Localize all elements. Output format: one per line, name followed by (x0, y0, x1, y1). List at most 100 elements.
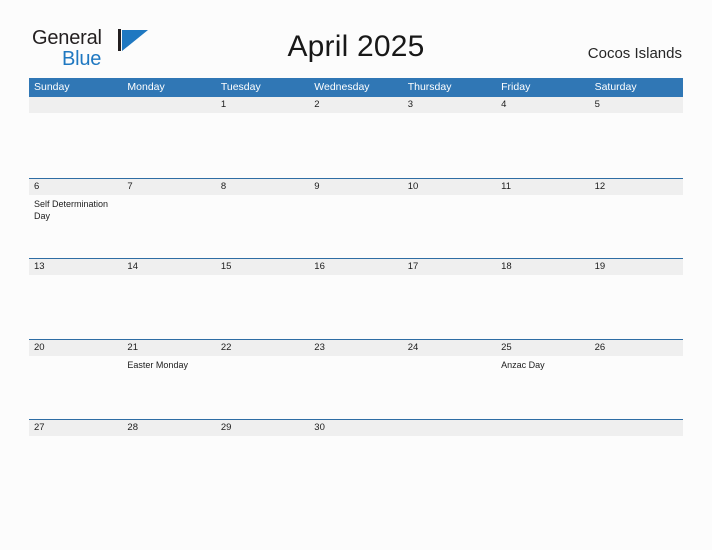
day-cell-23[interactable]: 23 (309, 339, 403, 420)
day-cell-15[interactable]: 15 (215, 259, 310, 339)
day-cell-8[interactable]: 8 (215, 178, 310, 259)
day-number-band: 28 (122, 420, 216, 436)
calendar-grid: Sunday Monday Tuesday Wednesday Thursday Frid… (29, 78, 683, 500)
day-cell-empty (402, 420, 497, 500)
day-cell-16[interactable]: 16 (309, 259, 403, 339)
day-number-band: 17 (402, 259, 497, 275)
day-events (590, 113, 683, 116)
day-number: 13 (34, 261, 45, 272)
day-number: 30 (314, 422, 325, 433)
day-number-band (122, 97, 216, 113)
weekday-header-wednesday: Wednesday (314, 81, 370, 93)
weekday-header-saturday: Saturday (594, 81, 637, 93)
day-cell-empty (496, 420, 590, 500)
day-cell-2[interactable]: 2 (309, 97, 403, 178)
day-number: 26 (594, 341, 606, 353)
day-number-band: 23 (309, 339, 403, 356)
calendar-page: General Blue April 2025 Cocos Islands Su… (0, 0, 712, 550)
day-number-band: 6 (29, 178, 123, 195)
locale-label: Cocos Islands (587, 45, 682, 62)
day-number-band: 7 (122, 178, 216, 195)
day-events (122, 275, 215, 278)
day-events (496, 275, 589, 278)
day-number-band (29, 97, 123, 113)
day-events (29, 436, 122, 439)
event-label: Easter Monday (127, 359, 188, 370)
day-number: 6 (34, 180, 40, 192)
day-number: 10 (407, 180, 419, 192)
day-number-band: 27 (29, 420, 123, 436)
day-cell-22[interactable]: 22 (215, 339, 310, 420)
day-cell-5[interactable]: 5 (589, 97, 683, 178)
day-cell-11[interactable]: 11 (496, 178, 590, 259)
weekday-header-monday: Monday (127, 81, 165, 93)
calendar-week-row: 20 21 Easter Monday 22 23 24 25 Anzac Day 26 (29, 338, 683, 420)
day-events (590, 356, 683, 359)
day-number: 17 (407, 261, 419, 272)
day-number-band: 1 (215, 97, 310, 113)
weekday-header-tuesday: Tuesday (220, 81, 261, 93)
day-events (590, 436, 683, 439)
day-cell-21[interactable]: 21 Easter Monday (122, 339, 216, 420)
day-events (496, 195, 589, 198)
day-number: 11 (501, 180, 512, 192)
day-events (403, 436, 496, 439)
day-number-band: 9 (309, 178, 403, 195)
day-number: 27 (34, 422, 45, 433)
day-cell-9[interactable]: 9 (309, 178, 403, 259)
day-cell-18[interactable]: 18 (496, 259, 590, 339)
day-number: 9 (314, 180, 320, 192)
day-events (309, 436, 402, 439)
day-cell-27[interactable]: 27 (29, 420, 123, 500)
day-number-band (496, 420, 590, 436)
day-events (496, 113, 589, 116)
day-cell-empty (589, 420, 683, 500)
calendar-weeks: 1 2 3 4 5 6 Self Determination Day 7 8 9 10 11 12 13 1… (29, 97, 683, 500)
day-number: 12 (594, 180, 606, 192)
day-cell-3[interactable]: 3 (402, 97, 497, 178)
day-events: Easter Monday (122, 356, 215, 372)
day-cell-12[interactable]: 12 (589, 178, 683, 259)
day-cell-empty (29, 97, 123, 178)
day-cell-7[interactable]: 7 (122, 178, 216, 259)
day-cell-10[interactable]: 10 (402, 178, 497, 259)
day-cell-20[interactable]: 20 (29, 339, 123, 420)
day-cell-1[interactable]: 1 (215, 97, 310, 178)
day-cell-13[interactable]: 13 (29, 259, 123, 339)
day-cell-28[interactable]: 28 (122, 420, 216, 500)
day-cell-29[interactable]: 29 (215, 420, 310, 500)
event-label: Anzac Day (501, 359, 545, 370)
day-cell-17[interactable]: 17 (402, 259, 497, 339)
calendar-week-row: 6 Self Determination Day 7 8 9 10 11 12 (29, 177, 683, 259)
day-events (590, 195, 683, 198)
day-number-band: 10 (402, 178, 497, 195)
day-events (309, 356, 402, 359)
day-number: 15 (220, 261, 232, 272)
day-cell-24[interactable]: 24 (402, 339, 497, 420)
day-number: 8 (220, 180, 227, 192)
day-number: 2 (314, 99, 320, 110)
day-events (216, 436, 309, 439)
day-number-band: 25 (496, 339, 590, 356)
day-cell-19[interactable]: 19 (589, 259, 683, 339)
weekday-header-friday: Friday (501, 81, 531, 93)
day-events (309, 195, 402, 198)
day-cell-14[interactable]: 14 (122, 259, 216, 339)
day-number: 25 (501, 341, 512, 353)
day-number-band: 16 (309, 259, 403, 275)
day-number: 16 (314, 261, 325, 272)
page-header: General Blue April 2025 Cocos Islands (0, 0, 712, 76)
day-events (29, 113, 122, 116)
day-cell-30[interactable]: 30 (309, 420, 403, 500)
day-number-band: 24 (402, 339, 497, 356)
day-cell-6[interactable]: 6 Self Determination Day (29, 178, 123, 259)
day-number: 21 (127, 341, 138, 353)
day-number-band: 20 (29, 339, 123, 356)
weekday-header-row: Sunday Monday Tuesday Wednesday Thursday Frid… (29, 78, 683, 97)
day-number-band: 22 (215, 339, 310, 356)
day-number: 7 (127, 180, 133, 192)
day-cell-26[interactable]: 26 (589, 339, 683, 420)
day-number-band: 21 (122, 339, 216, 356)
day-cell-4[interactable]: 4 (496, 97, 590, 178)
day-cell-25[interactable]: 25 Anzac Day (496, 339, 590, 420)
